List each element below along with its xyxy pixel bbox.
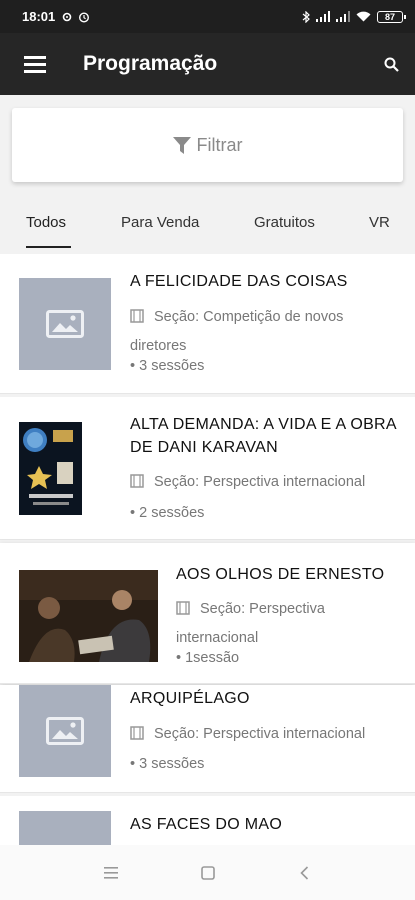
list-item[interactable]: ARQUIPÉLAGO Seção: Perspectiva internaci…: [0, 685, 415, 793]
image-placeholder-icon: [46, 717, 84, 745]
list-item[interactable]: ALTA DEMANDA: A VIDA E A OBRA DE DANI KA…: [0, 397, 415, 540]
item-section-text: Seção: Perspectiva internacional: [176, 601, 325, 646]
signal-icon: [316, 11, 330, 22]
item-section: Seção: Competição de novos diretores: [130, 303, 400, 361]
item-title: AS FACES DO MAO: [130, 816, 283, 833]
tab-todos[interactable]: Todos: [26, 214, 66, 231]
menu-button[interactable]: [0, 33, 70, 95]
signal-icon-2: [336, 11, 350, 22]
status-time: 18:01: [22, 9, 56, 24]
image-placeholder-icon: [46, 310, 84, 338]
battery-indicator: 87: [377, 10, 406, 23]
search-icon: [384, 57, 399, 72]
back-chevron-icon: [300, 865, 309, 880]
home-square-icon: [200, 865, 215, 880]
settings-gear-icon: [62, 12, 72, 21]
recents-menu-icon: [103, 866, 118, 879]
item-section-text: Seção: Competição de novos diretores: [130, 309, 344, 354]
item-section-text: Seção: Perspectiva internacional: [154, 474, 366, 490]
category-tabs: Todos Para Venda Gratuitos VR: [0, 196, 415, 252]
item-sessions: • 3 sessões: [130, 358, 205, 374]
item-section-text: Seção: Perspectiva internacional: [154, 726, 366, 742]
item-title: A FELICIDADE DAS COISAS: [130, 273, 348, 290]
item-sessions: • 1sessão: [176, 650, 240, 666]
tab-vr[interactable]: VR: [369, 214, 390, 231]
recent-apps-button[interactable]: [99, 861, 123, 885]
selected-tab-indicator: [26, 246, 71, 248]
wifi-icon: [356, 11, 371, 22]
item-title: ARQUIPÉLAGO: [130, 690, 250, 707]
filter-button[interactable]: Filtrar: [12, 108, 403, 182]
filter-label: Filtrar: [196, 134, 243, 155]
hamburger-menu-icon: [24, 55, 46, 73]
item-section: Seção: Perspectiva internacional: [130, 720, 405, 749]
tab-gratuitos[interactable]: Gratuitos: [254, 214, 315, 231]
item-title: ALTA DEMANDA: A VIDA E A OBRA DE DANI KA…: [130, 416, 396, 456]
film-icon: [130, 474, 144, 488]
bluetooth-icon: [302, 10, 310, 23]
film-icon: [130, 726, 144, 740]
item-title: AOS OLHOS DE ERNESTO: [176, 566, 385, 583]
item-photo: [19, 570, 158, 662]
item-section: Seção: Perspectiva internacional: [176, 595, 401, 653]
app-bar: Programação: [0, 33, 415, 95]
list-item[interactable]: AOS OLHOS DE ERNESTO Seção: Perspectiva …: [0, 543, 415, 684]
item-poster: [19, 422, 82, 515]
item-section: Seção: Perspectiva internacional: [130, 468, 405, 497]
film-icon: [130, 309, 144, 323]
film-still-image: [19, 570, 158, 662]
item-image-placeholder: [19, 278, 111, 370]
back-button[interactable]: [293, 861, 317, 885]
list-item[interactable]: A FELICIDADE DAS COISAS Seção: Competiçã…: [0, 254, 415, 394]
film-poster-image: [19, 422, 82, 515]
home-button[interactable]: [196, 861, 220, 885]
filter-funnel-icon: [172, 136, 191, 154]
item-sessions: • 3 sessões: [130, 756, 205, 772]
search-button[interactable]: [367, 33, 415, 95]
alarm-clock-icon: [79, 11, 90, 23]
status-bar: 18:01 87: [0, 0, 415, 33]
page-title: Programação: [83, 52, 218, 75]
item-sessions: • 2 sessões: [130, 505, 205, 521]
system-nav-bar: [0, 845, 415, 900]
item-image-placeholder: [19, 685, 111, 777]
film-icon: [176, 601, 190, 615]
tab-para-venda[interactable]: Para Venda: [121, 214, 199, 231]
